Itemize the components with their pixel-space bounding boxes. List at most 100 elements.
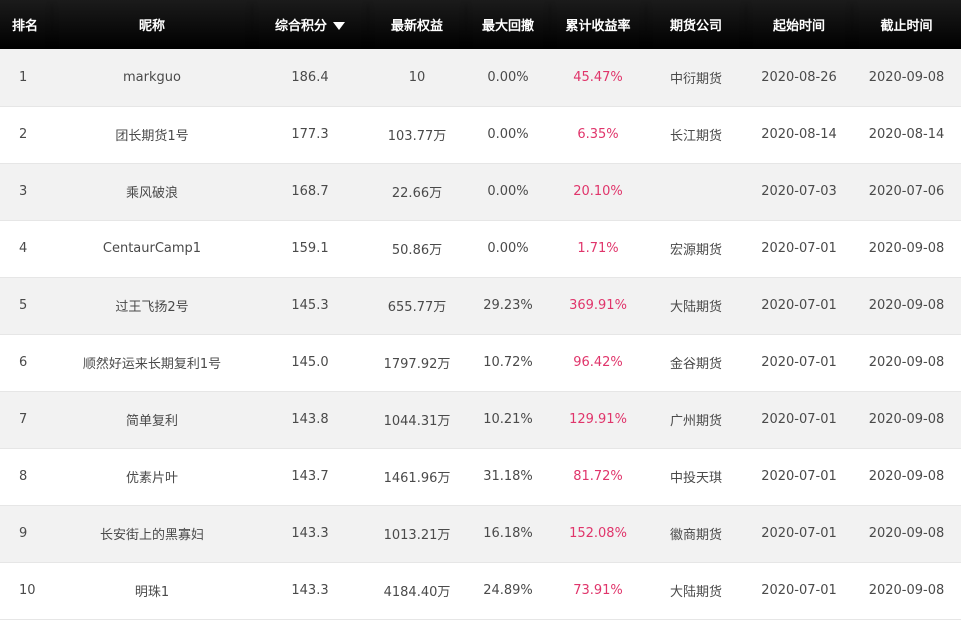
cell-company [646, 163, 746, 220]
table-row[interactable]: 8 优素片叶 143.7 1461.96万 31.18% 81.72% 中投天琪… [0, 448, 961, 505]
cell-start: 2020-08-14 [761, 127, 837, 142]
header-company[interactable]: 期货公司 [646, 0, 746, 49]
cell-return: 129.91% [569, 412, 627, 427]
cell-drawdown: 31.18% [483, 469, 533, 484]
cell-nickname[interactable]: 乘风破浪 [52, 163, 252, 220]
header-nickname[interactable]: 昵称 [52, 0, 252, 49]
cell-company: 徽商期货 [669, 528, 722, 543]
cell-start: 2020-07-03 [761, 184, 837, 199]
ranking-table: 排名 昵称 综合积分 最新权益 最大回撤 累计收益率 期货公司 起始时间 截止时… [0, 0, 961, 620]
table-row[interactable]: 6 顺然好运来长期复利1号 145.0 1797.92万 10.72% 96.4… [0, 334, 961, 391]
table-header-row: 排名 昵称 综合积分 最新权益 最大回撤 累计收益率 期货公司 起始时间 截止时… [0, 0, 961, 49]
cell-rank: 7 [19, 412, 28, 427]
cell-rank: 5 [19, 298, 28, 313]
cell-nickname[interactable]: 顺然好运来长期复利1号 [52, 334, 252, 391]
cell-drawdown: 10.72% [483, 355, 533, 370]
cell-return: 20.10% [573, 184, 623, 199]
header-end[interactable]: 截止时间 [852, 0, 961, 49]
cell-start: 2020-07-01 [761, 469, 837, 484]
cell-drawdown: 29.23% [483, 298, 533, 313]
cell-end: 2020-09-08 [868, 69, 945, 85]
cell-rank: 10 [19, 583, 36, 598]
cell-nickname[interactable]: 长安街上的黑寡妇 [52, 505, 252, 562]
cell-start: 2020-07-01 [761, 241, 837, 256]
cell-score: 143.3 [291, 526, 329, 541]
cell-end: 2020-09-08 [868, 469, 945, 484]
cell-start: 2020-07-01 [761, 526, 837, 541]
sort-desc-icon[interactable] [333, 21, 345, 30]
cell-rank: 9 [19, 526, 28, 541]
table-row[interactable]: 10 明珠1 143.3 4184.40万 24.89% 73.91% 大陆期货… [0, 562, 961, 619]
cell-equity: 4184.40万 [383, 585, 451, 600]
cell-end: 2020-09-08 [868, 298, 945, 313]
cell-company: 广州期货 [669, 414, 722, 429]
table-row[interactable]: 7 简单复利 143.8 1044.31万 10.21% 129.91% 广州期… [0, 391, 961, 448]
cell-equity: 10 [408, 69, 426, 85]
cell-start: 2020-07-01 [761, 298, 837, 313]
cell-equity: 103.77万 [387, 129, 447, 144]
cell-equity: 1044.31万 [383, 414, 451, 429]
cell-company: 大陆期货 [669, 585, 722, 600]
cell-equity: 50.86万 [391, 243, 443, 258]
header-drawdown[interactable]: 最大回撤 [466, 0, 550, 49]
cell-return: 152.08% [569, 526, 627, 541]
cell-company: 中投天琪 [669, 471, 722, 486]
cell-drawdown: 10.21% [483, 412, 533, 427]
cell-return: 96.42% [573, 355, 623, 370]
header-rank[interactable]: 排名 [0, 0, 52, 49]
table-row[interactable]: 9 长安街上的黑寡妇 143.3 1013.21万 16.18% 152.08%… [0, 505, 961, 562]
cell-end: 2020-09-08 [868, 241, 945, 256]
cell-rank: 4 [19, 241, 28, 256]
cell-end: 2020-09-08 [868, 583, 945, 598]
cell-equity: 22.66万 [391, 186, 443, 201]
cell-company: 金谷期货 [669, 357, 722, 372]
cell-nickname[interactable]: 明珠1 [52, 562, 252, 619]
cell-end: 2020-09-08 [868, 526, 945, 541]
header-return[interactable]: 累计收益率 [550, 0, 646, 49]
cell-start: 2020-07-01 [761, 355, 837, 370]
header-score-label: 综合积分 [274, 19, 327, 34]
cell-score: 145.3 [291, 298, 329, 313]
cell-nickname[interactable]: 简单复利 [52, 391, 252, 448]
cell-drawdown: 0.00% [487, 127, 529, 142]
cell-nickname[interactable]: 过王飞扬2号 [52, 277, 252, 334]
table-body: 1 markguo 186.4 10 0.00% 45.47% 中衍期货 202… [0, 49, 961, 619]
cell-return: 6.35% [577, 127, 619, 142]
header-score[interactable]: 综合积分 [252, 0, 368, 49]
cell-equity: 1013.21万 [383, 528, 451, 543]
header-equity[interactable]: 最新权益 [368, 0, 466, 49]
table-row[interactable]: 3 乘风破浪 168.7 22.66万 0.00% 20.10% 2020-07… [0, 163, 961, 220]
cell-return: 1.71% [577, 241, 619, 256]
cell-company: 大陆期货 [669, 300, 722, 315]
header-start[interactable]: 起始时间 [746, 0, 852, 49]
cell-end: 2020-09-08 [868, 355, 945, 370]
cell-drawdown: 0.00% [487, 69, 529, 85]
cell-drawdown: 16.18% [483, 526, 533, 541]
table-row[interactable]: 1 markguo 186.4 10 0.00% 45.47% 中衍期货 202… [0, 49, 961, 106]
cell-rank: 3 [19, 184, 28, 199]
cell-nickname[interactable]: 优素片叶 [52, 448, 252, 505]
cell-start: 2020-08-26 [761, 69, 837, 85]
cell-nickname[interactable]: 团长期货1号 [52, 106, 252, 163]
cell-score: 168.7 [291, 184, 329, 199]
cell-rank: 6 [19, 355, 28, 370]
cell-start: 2020-07-01 [761, 412, 837, 427]
cell-company: 宏源期货 [669, 243, 722, 258]
cell-rank: 8 [19, 469, 28, 484]
cell-nickname[interactable]: markguo [52, 49, 252, 106]
cell-end: 2020-08-14 [868, 127, 945, 142]
cell-score: 143.7 [291, 469, 329, 484]
cell-return: 81.72% [573, 469, 623, 484]
cell-drawdown: 24.89% [483, 583, 533, 598]
table-row[interactable]: 4 CentaurCamp1 159.1 50.86万 0.00% 1.71% … [0, 220, 961, 277]
table-row[interactable]: 2 团长期货1号 177.3 103.77万 0.00% 6.35% 长江期货 … [0, 106, 961, 163]
table-row[interactable]: 5 过王飞扬2号 145.3 655.77万 29.23% 369.91% 大陆… [0, 277, 961, 334]
cell-company: 中衍期货 [669, 71, 722, 87]
cell-score: 186.4 [291, 69, 329, 85]
cell-equity: 1461.96万 [383, 471, 451, 486]
cell-end: 2020-09-08 [868, 412, 945, 427]
cell-drawdown: 0.00% [487, 241, 529, 256]
cell-start: 2020-07-01 [761, 583, 837, 598]
cell-score: 143.8 [291, 412, 329, 427]
cell-nickname[interactable]: CentaurCamp1 [52, 220, 252, 277]
